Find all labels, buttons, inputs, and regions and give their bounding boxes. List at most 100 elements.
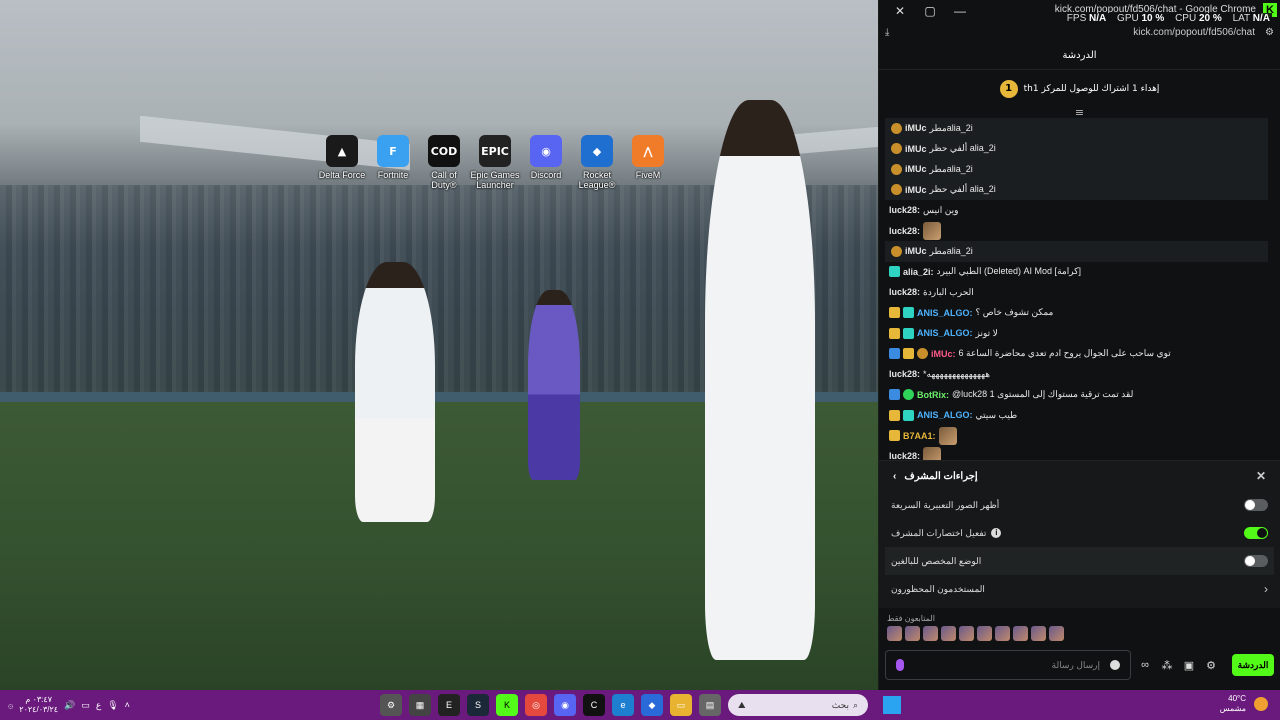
toggle-switch[interactable] bbox=[1244, 555, 1268, 567]
sub-badge-icon[interactable] bbox=[891, 163, 902, 175]
chat-message[interactable]: luck28: bbox=[879, 221, 1280, 242]
clock[interactable]: ٠٣:٤٧ م ٢٠٢٤/٠٣/٢٤ bbox=[19, 695, 58, 715]
chat-username[interactable]: ANIS_ALGO: bbox=[917, 328, 973, 338]
mod-setting-row[interactable]: الوضع المخصص للبالغين bbox=[885, 547, 1274, 575]
desktop-shortcut[interactable]: COD Call of Duty® bbox=[418, 135, 470, 190]
chat-username[interactable]: iMUc bbox=[905, 185, 927, 195]
chat-username[interactable]: iMUc: bbox=[931, 349, 956, 359]
weather-widget[interactable]: 40°C مشمس bbox=[1220, 694, 1268, 714]
cod-taskbar-icon[interactable]: C bbox=[583, 694, 605, 716]
chat-message[interactable]: iMUc: توي ساحب على الجوال يروح ادم تعدي م… bbox=[879, 344, 1280, 365]
gold-badge-icon[interactable] bbox=[889, 430, 900, 442]
sub-badge-icon[interactable] bbox=[891, 143, 902, 155]
emoji-icon[interactable] bbox=[1110, 660, 1120, 670]
task-view-icon[interactable]: ▤ bbox=[699, 694, 721, 716]
input-language[interactable]: ع bbox=[96, 700, 101, 711]
green-badge-icon[interactable] bbox=[903, 389, 914, 401]
gold-badge-icon[interactable] bbox=[903, 348, 914, 360]
blue-badge-icon[interactable] bbox=[889, 348, 900, 360]
chat-message[interactable]: iMUc مطرalia_2i bbox=[885, 118, 1268, 139]
avatar[interactable] bbox=[941, 626, 956, 641]
edge-taskbar-icon[interactable]: e bbox=[612, 694, 634, 716]
kick-taskbar-icon[interactable]: K bbox=[496, 694, 518, 716]
chat-message[interactable]: luck28: الحرب الباردة bbox=[879, 282, 1280, 303]
chat-username[interactable]: luck28: bbox=[889, 451, 920, 460]
sub-badge-icon[interactable] bbox=[891, 184, 902, 196]
cyan-badge-icon[interactable] bbox=[903, 409, 914, 421]
share-icon[interactable]: ⁂ bbox=[1159, 659, 1175, 672]
download-icon[interactable]: ⤓ bbox=[885, 27, 889, 38]
info-icon[interactable]: i bbox=[991, 528, 1002, 538]
chat-username[interactable]: B7AA1: bbox=[903, 431, 936, 441]
back-chevron-icon[interactable]: ‹ bbox=[893, 471, 896, 482]
chat-message[interactable]: luck28: وين انيس bbox=[879, 200, 1280, 221]
sub-badge-icon[interactable] bbox=[891, 122, 902, 134]
mod-setting-row[interactable]: أظهر الصور التعبيرية السريعة bbox=[879, 491, 1280, 519]
rocket-league-taskbar-icon[interactable]: ◆ bbox=[641, 694, 663, 716]
gold-badge-icon[interactable] bbox=[889, 409, 900, 421]
steam-taskbar-icon[interactable]: S bbox=[467, 694, 489, 716]
desktop-shortcut[interactable]: EPIC Epic Games Launcher bbox=[469, 135, 521, 190]
mod-setting-row[interactable]: المستخدمون المحظورون › bbox=[879, 575, 1280, 603]
chat-username[interactable]: luck28: bbox=[889, 287, 920, 297]
desktop-shortcut[interactable]: ◆ Rocket League® bbox=[571, 135, 623, 190]
start-button[interactable] bbox=[883, 696, 901, 714]
avatar[interactable] bbox=[923, 626, 938, 641]
desktop-shortcut[interactable]: ▲ Delta Force bbox=[316, 135, 368, 180]
volume-icon[interactable]: 🔊 bbox=[64, 700, 75, 711]
avatar[interactable] bbox=[905, 626, 920, 641]
chat-send-button[interactable]: الدردشة bbox=[1232, 654, 1274, 676]
chat-message[interactable]: B7AA1: bbox=[879, 426, 1280, 447]
chat-message[interactable]: ANIS_ALGO: طيب سيتي bbox=[879, 405, 1280, 426]
tray-expand-icon[interactable]: ˄ bbox=[125, 700, 130, 710]
filter-icon[interactable]: ≡ bbox=[879, 107, 1280, 118]
mic-tray-icon[interactable]: 🎙 bbox=[107, 700, 118, 711]
epic-taskbar-icon[interactable]: E bbox=[438, 694, 460, 716]
chat-username[interactable]: alia_2i: bbox=[903, 267, 934, 277]
gold-badge-icon[interactable] bbox=[889, 307, 900, 319]
desktop-shortcut[interactable]: F Fortnite bbox=[367, 135, 419, 180]
chat-message[interactable]: luck28: *ههههههههههههههه bbox=[879, 364, 1280, 385]
url-text[interactable]: kick.com/popout/fd506/chat bbox=[1133, 27, 1255, 38]
chat-message[interactable]: iMUc ألفي حظر alia_2i bbox=[885, 138, 1268, 159]
chat-username[interactable]: iMUc bbox=[905, 246, 927, 256]
avatar[interactable] bbox=[1013, 626, 1028, 641]
cyan-badge-icon[interactable] bbox=[889, 266, 900, 278]
chevron-right-icon[interactable]: › bbox=[1264, 582, 1268, 596]
chat-username[interactable]: ANIS_ALGO: bbox=[917, 308, 973, 318]
cyan-badge-icon[interactable] bbox=[903, 327, 914, 339]
gift-icon[interactable]: ▣ bbox=[1181, 659, 1197, 672]
taskbar-search[interactable]: ⛰ بحث ⌕ bbox=[728, 694, 868, 716]
microphone-icon[interactable] bbox=[896, 659, 904, 671]
avatar[interactable] bbox=[1031, 626, 1046, 641]
settings-app-icon[interactable]: ⚙ bbox=[380, 694, 402, 716]
maximize-icon[interactable]: ▢ bbox=[915, 4, 945, 18]
chat-messages[interactable]: iMUc مطرalia_2i iMUc ألفي حظر alia_2i iMUc مط… bbox=[879, 118, 1280, 460]
chat-username[interactable]: iMUc bbox=[905, 123, 927, 133]
chat-message[interactable]: alia_2i: الطبي البيرد (Deleted) AI Mod [ك… bbox=[879, 262, 1280, 283]
minimize-icon[interactable]: — bbox=[945, 4, 975, 18]
close-icon[interactable]: ✕ bbox=[885, 4, 915, 18]
chat-username[interactable]: luck28: bbox=[889, 226, 920, 236]
chat-username[interactable]: iMUc bbox=[905, 144, 927, 154]
discord-taskbar-icon[interactable]: ◉ bbox=[554, 694, 576, 716]
settings-gear-icon[interactable]: ⚙ bbox=[1203, 659, 1219, 672]
toggle-switch[interactable] bbox=[1244, 499, 1268, 511]
sub-badge-icon[interactable] bbox=[917, 348, 928, 360]
avatar[interactable] bbox=[959, 626, 974, 641]
chat-username[interactable]: BotRix: bbox=[917, 390, 949, 400]
notification-icon[interactable]: ۞ bbox=[8, 700, 13, 711]
chat-username[interactable]: luck28: bbox=[889, 369, 920, 379]
gold-badge-icon[interactable] bbox=[889, 327, 900, 339]
chrome-taskbar-icon[interactable]: ◎ bbox=[525, 694, 547, 716]
mod-setting-row[interactable]: تفعيل اختصارات المشرف i bbox=[879, 519, 1280, 547]
chat-message[interactable]: BotRix: @luck28 لقد تمت ترقية مستواك إلى … bbox=[879, 385, 1280, 406]
infinity-icon[interactable]: ∞ bbox=[1137, 659, 1153, 671]
avatar[interactable] bbox=[995, 626, 1010, 641]
chat-username[interactable]: ANIS_ALGO: bbox=[917, 410, 973, 420]
avatar[interactable] bbox=[887, 626, 902, 641]
chat-username[interactable]: iMUc bbox=[905, 164, 927, 174]
tune-icon[interactable]: ⚙ bbox=[1265, 27, 1274, 38]
mod-panel-close-icon[interactable]: ✕ bbox=[1256, 469, 1266, 483]
network-icon[interactable]: ▭ bbox=[81, 700, 90, 711]
